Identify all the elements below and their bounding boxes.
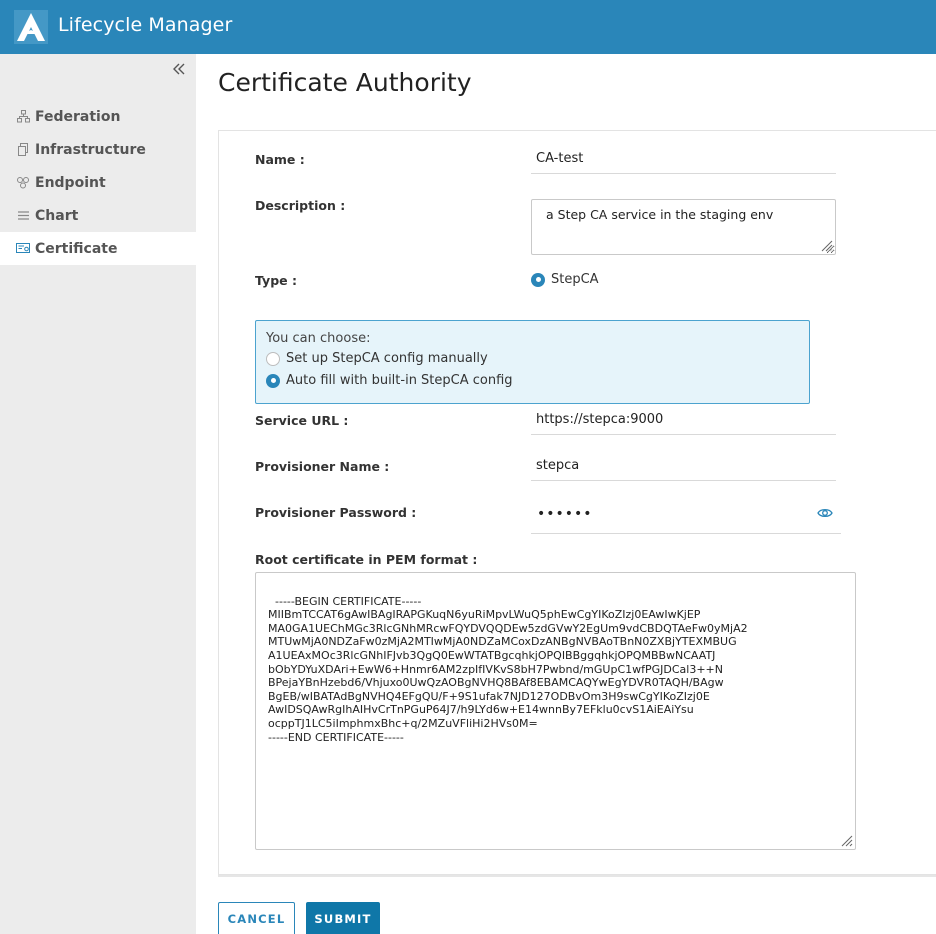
app-title: Lifecycle Manager <box>58 14 233 36</box>
sidebar-item-label: Federation <box>35 108 121 125</box>
choose-title: You can choose: <box>266 331 371 346</box>
name-label: Name : <box>255 152 305 167</box>
type-label: Type : <box>255 273 297 288</box>
app-logo-icon <box>14 10 48 44</box>
type-radio-stepca[interactable]: StepCA <box>531 272 599 287</box>
radio-auto-fill-config[interactable]: Auto fill with built-in StepCA config <box>266 373 513 388</box>
service-url-input[interactable]: https://stepca:9000 <box>531 405 836 435</box>
endpoint-icon <box>16 176 30 190</box>
radio-selected-icon <box>531 272 545 287</box>
sidebar-item-label: Infrastructure <box>35 141 146 158</box>
root-cert-textarea[interactable]: -----BEGIN CERTIFICATE----- MIIBmTCCAT6g… <box>255 572 856 850</box>
radio-option-label: Auto fill with built-in StepCA config <box>286 373 513 388</box>
page-title: Certificate Authority <box>218 68 472 97</box>
config-choice-panel: You can choose: Set up StepCA config man… <box>255 320 810 404</box>
description-text: a Step CA service in the staging env <box>546 207 774 222</box>
resize-grip-icon[interactable] <box>839 833 853 847</box>
sidebar-item-chart[interactable]: Chart <box>0 199 196 232</box>
radio-manual-config[interactable]: Set up StepCA config manually <box>266 351 488 366</box>
sidebar-item-label: Endpoint <box>35 174 106 191</box>
description-textarea[interactable]: a Step CA service in the staging env <box>531 199 836 255</box>
provisioner-password-label: Provisioner Password : <box>255 505 417 520</box>
provisioner-password-input[interactable]: •••••• <box>531 498 841 534</box>
type-option-label: StepCA <box>551 272 599 287</box>
cancel-button[interactable]: CANCEL <box>218 902 295 934</box>
provisioner-name-label: Provisioner Name : <box>255 459 390 474</box>
double-chevron-left-icon[interactable] <box>170 62 188 80</box>
sidebar-item-certificate[interactable]: Certificate <box>0 232 196 265</box>
list-icon <box>16 209 30 223</box>
root-cert-text: -----BEGIN CERTIFICATE----- MIIBmTCCAT6g… <box>268 594 748 744</box>
provisioner-name-input[interactable]: stepca <box>531 451 836 481</box>
sidebar-item-infrastructure[interactable]: Infrastructure <box>0 133 196 166</box>
certificate-icon <box>16 242 30 256</box>
description-label: Description : <box>255 198 346 213</box>
sidebar-item-endpoint[interactable]: Endpoint <box>0 166 196 199</box>
resize-grip-icon[interactable] <box>819 238 833 252</box>
sidebar-item-label: Chart <box>35 207 79 224</box>
copy-icon <box>16 143 30 157</box>
radio-option-label: Set up StepCA config manually <box>286 351 488 366</box>
password-mask: •••••• <box>537 506 593 522</box>
sidebar-item-label: Certificate <box>35 240 118 257</box>
radio-selected-icon <box>266 373 280 388</box>
sidebar: Federation Infrastructure Endpoint Chart… <box>0 54 196 934</box>
root-cert-label: Root certificate in PEM format : <box>255 552 478 567</box>
radio-unselected-icon <box>266 351 280 366</box>
hierarchy-icon <box>16 110 30 124</box>
name-input[interactable]: CA-test <box>531 144 836 174</box>
app-header: Lifecycle Manager <box>0 0 936 54</box>
submit-button[interactable]: SUBMIT <box>306 902 380 934</box>
service-url-label: Service URL : <box>255 413 349 428</box>
eye-icon[interactable] <box>817 505 833 521</box>
sidebar-item-federation[interactable]: Federation <box>0 100 196 133</box>
